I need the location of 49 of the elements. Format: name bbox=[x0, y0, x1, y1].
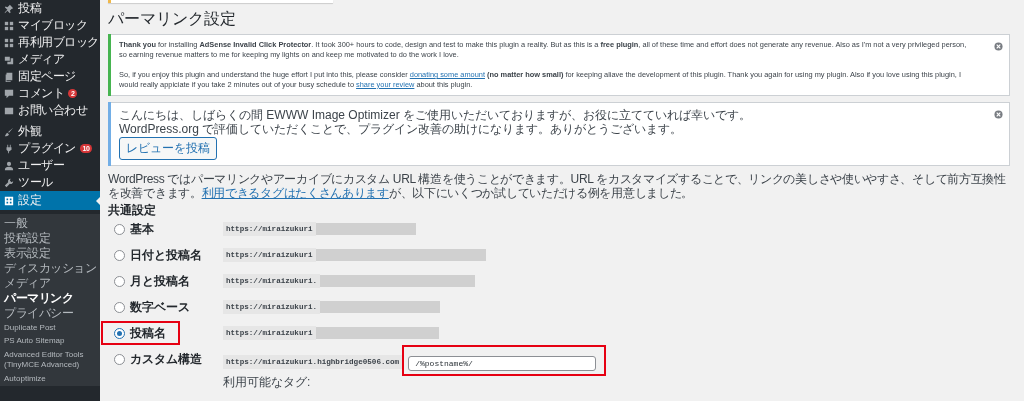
submenu-item[interactable]: ディスカッション bbox=[0, 261, 100, 276]
radio-option[interactable]: 基本 bbox=[101, 217, 168, 241]
menu-item[interactable]: 投稿 bbox=[0, 0, 100, 17]
dismiss-icon[interactable] bbox=[994, 42, 1003, 51]
submenu-item[interactable]: Duplicate Post bbox=[0, 321, 100, 335]
comment-icon bbox=[4, 88, 14, 99]
settings-icon bbox=[4, 195, 14, 206]
menu-item[interactable]: 再利用ブロック bbox=[0, 34, 100, 51]
dismiss-icon[interactable] bbox=[994, 110, 1003, 119]
submenu-item[interactable]: Advanced Editor Tools (TinyMCE Advanced) bbox=[0, 348, 100, 372]
submenu-item[interactable]: 表示設定 bbox=[0, 246, 100, 261]
radio-option[interactable]: 日付と投稿名 bbox=[101, 243, 216, 267]
notice-text: WordPress.org で評価していただくことで、プラグイン改善の助けになります。ありがとうございます。 bbox=[119, 122, 684, 136]
notice-text: こんにちは、しばらくの間 EWWW Image Optimizer をご使用いただいておりますが、お役に立てていれば幸いです。 bbox=[119, 108, 752, 122]
menu-item[interactable]: メディア bbox=[0, 51, 100, 68]
tags-label: 利用可能なタグ: bbox=[223, 375, 312, 389]
pin-icon bbox=[4, 3, 14, 14]
menu-item[interactable]: 固定ページ bbox=[0, 68, 100, 85]
page-title: パーマリンク設定 bbox=[108, 9, 237, 29]
review-button[interactable]: レビューを投稿 bbox=[119, 137, 217, 160]
radio-option[interactable]: 月と投稿名 bbox=[101, 269, 204, 293]
section-title: 共通設定 bbox=[108, 203, 157, 217]
menu-item[interactable]: 外観 bbox=[0, 123, 100, 140]
radio-option[interactable]: 投稿名 bbox=[101, 321, 180, 345]
page-icon bbox=[4, 71, 14, 82]
media-icon bbox=[4, 54, 14, 65]
submenu-item[interactable]: パーマリンク bbox=[0, 291, 100, 306]
submenu-item[interactable]: Autoptimize bbox=[0, 372, 100, 386]
menu-item[interactable]: ユーザー bbox=[0, 157, 100, 174]
grid-icon bbox=[4, 37, 14, 48]
intro-text: WordPress ではパーマリンクやアーカイブにカスタム URL 構造を使うことができます。URL をカスタマイズすることで、リンクの美しさや使いやすさ、そして前方互換性を改善できます。利用できるタグはたくさんありますが、以下にいくつか試していただける例を用意しました。 bbox=[108, 172, 1007, 200]
menu-item[interactable]: 設定 bbox=[0, 191, 100, 210]
user-icon bbox=[4, 160, 14, 171]
submenu-item[interactable]: プライバシー bbox=[0, 306, 100, 321]
wrench-icon bbox=[4, 177, 14, 188]
submenu-item[interactable]: 一般 bbox=[0, 216, 100, 231]
structure-field[interactable]: /%postname%/ bbox=[408, 356, 597, 371]
plug-icon bbox=[4, 143, 14, 154]
menu-item[interactable]: ツール bbox=[0, 174, 100, 191]
radio-option[interactable]: カスタム構造 bbox=[101, 347, 216, 371]
grid-icon bbox=[4, 20, 14, 31]
menu-item[interactable]: マイブロック bbox=[0, 17, 100, 34]
text-link[interactable]: 利用できるタグはたくさんあります bbox=[201, 186, 389, 200]
menu-item[interactable]: お問い合わせ bbox=[0, 102, 100, 119]
submenu-item[interactable]: メディア bbox=[0, 276, 100, 291]
submenu-item[interactable]: PS Auto Sitemap bbox=[0, 334, 100, 348]
brush-icon bbox=[4, 126, 14, 137]
radio-option[interactable]: 数字ベース bbox=[101, 295, 204, 319]
submenu-item[interactable]: 投稿設定 bbox=[0, 231, 100, 246]
